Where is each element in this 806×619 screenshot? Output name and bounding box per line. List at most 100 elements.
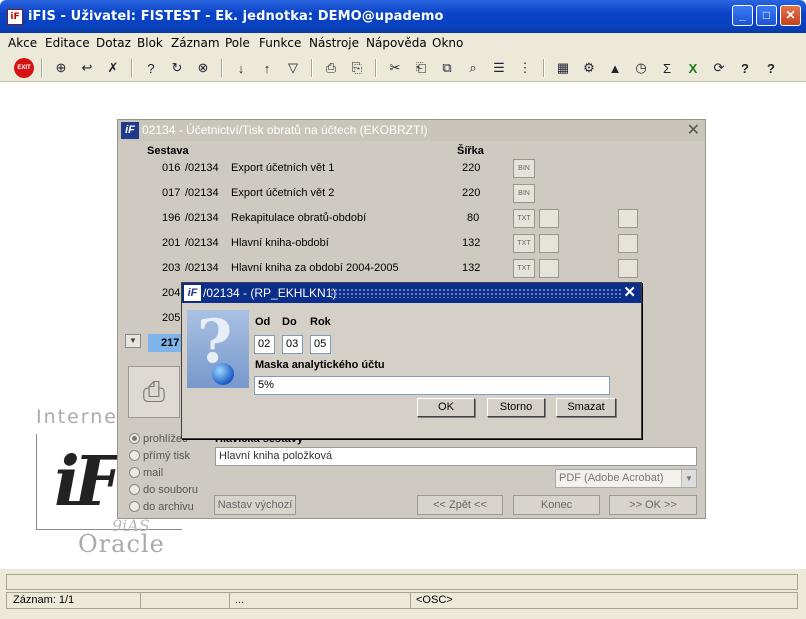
menu-dotaz[interactable]: Dotaz <box>96 36 131 50</box>
ok-forward-button[interactable]: >> OK >> <box>609 495 697 515</box>
radio-do-archivu[interactable]: do archivu <box>129 501 194 513</box>
cancel-query-icon[interactable]: ⊗ <box>193 58 213 78</box>
menu-editace[interactable]: Editace <box>45 36 90 50</box>
output-format-value: PDF (Adobe Acrobat) <box>559 472 664 484</box>
report-name: Hlavní kniha-období <box>231 237 329 249</box>
insert-record-icon[interactable]: ⊕ <box>51 58 71 78</box>
report-row[interactable]: 203 /02134 Hlavní kniha za období 2004-2… <box>118 257 705 281</box>
dialog-titlebar[interactable]: iF /02134 - (RP_EKHLKN1) ✕ <box>182 283 641 303</box>
window-titlebar[interactable]: iF iFIS - Uživatel: FISTEST - Ek. jednot… <box>0 0 806 33</box>
find-icon[interactable]: ⌕ <box>463 58 483 78</box>
copy-icon[interactable]: ⎗ <box>411 58 431 78</box>
radio-button[interactable] <box>129 501 140 512</box>
print-icon[interactable]: ⎙ <box>321 58 341 78</box>
report-number: 016 <box>162 162 181 174</box>
help-icon[interactable]: ? <box>735 58 755 78</box>
refresh-icon[interactable]: ⟳ <box>709 58 729 78</box>
menu-napoveda[interactable]: Nápověda <box>366 36 427 50</box>
scroll-down-icon[interactable]: ▼ <box>125 334 141 348</box>
close-button[interactable]: ✕ <box>780 5 801 26</box>
edit-report-icon[interactable] <box>618 209 638 228</box>
toolbar-separator <box>131 59 133 77</box>
app-icon: iF <box>7 9 23 25</box>
rok-field[interactable]: 05 <box>310 335 331 354</box>
execute-query-icon[interactable]: ↻ <box>167 58 187 78</box>
settings-icon[interactable]: ⚙ <box>579 58 599 78</box>
delete-record-icon[interactable]: ✗ <box>103 58 123 78</box>
menu-okno[interactable]: Okno <box>432 36 463 50</box>
save-icon[interactable]: ↩ <box>77 58 97 78</box>
selected-report-number[interactable]: 217 <box>148 334 184 352</box>
edit-report-icon[interactable] <box>618 259 638 278</box>
clock-icon[interactable]: ◷ <box>631 58 651 78</box>
pdf-export-icon[interactable] <box>539 259 559 278</box>
pdf-export-icon[interactable] <box>539 234 559 253</box>
excel-icon[interactable]: X <box>683 58 703 78</box>
radio-prohlizec[interactable]: prohlížeč <box>129 433 188 445</box>
pdf-export-icon[interactable] <box>539 209 559 228</box>
columns-icon[interactable]: ⋮ <box>515 58 535 78</box>
account-mask-field[interactable]: 5% <box>254 376 610 395</box>
radio-mail[interactable]: mail <box>129 467 163 479</box>
edit-report-icon[interactable] <box>618 234 638 253</box>
paste-icon[interactable]: ⧉ <box>437 58 457 78</box>
list-icon[interactable]: ☰ <box>489 58 509 78</box>
report-row[interactable]: 016 /02134 Export účetních vět 1 220 BIN <box>118 157 705 181</box>
calculator-icon[interactable]: ▦ <box>553 58 573 78</box>
sort-ascending-icon[interactable]: ↓ <box>231 58 251 78</box>
set-default-button[interactable]: Nastav výchozí <box>214 495 296 515</box>
report-header-field[interactable]: Hlavní kniha položková <box>215 447 697 466</box>
report-row[interactable]: 196 /02134 Rekapitulace obratů-období 80… <box>118 207 705 231</box>
ifis-window-icon: iF <box>121 122 139 139</box>
output-format-select[interactable]: PDF (Adobe Acrobat) ▼ <box>555 469 697 488</box>
sum-icon[interactable]: Σ <box>657 58 677 78</box>
storno-button[interactable]: Storno <box>487 398 545 417</box>
radio-do-souboru[interactable]: do souboru <box>129 484 198 496</box>
menu-pole[interactable]: Pole <box>225 36 250 50</box>
report-number: 017 <box>162 187 181 199</box>
exit-icon[interactable]: EXIT <box>14 58 34 78</box>
txt-export-icon[interactable]: TXT <box>513 259 535 278</box>
menu-nastroje[interactable]: Nástroje <box>309 36 359 50</box>
question-icon: ? <box>187 310 249 388</box>
radio-button[interactable] <box>129 450 140 461</box>
menu-zaznam[interactable]: Záznam <box>171 36 220 50</box>
toolbar-separator <box>543 59 545 77</box>
report-row[interactable]: 201 /02134 Hlavní kniha-období 132 TXT <box>118 232 705 256</box>
account-mask-label: Maska analytického účtu <box>255 359 385 371</box>
txt-export-icon[interactable]: TXT <box>513 209 535 228</box>
bin-export-icon[interactable]: BIN <box>513 184 535 203</box>
report-row[interactable]: 017 /02134 Export účetních vět 2 220 BIN <box>118 182 705 206</box>
radio-button[interactable] <box>129 484 140 495</box>
filter-icon[interactable]: ▽ <box>283 58 303 78</box>
smazat-button[interactable]: Smazat <box>556 398 616 417</box>
back-button[interactable]: << Zpět << <box>417 495 503 515</box>
od-field[interactable]: 02 <box>254 335 275 354</box>
minimize-button[interactable]: _ <box>732 5 753 26</box>
report-form-titlebar[interactable]: iF 02134 - Účetnictví/Tisk obratů na účt… <box>118 120 705 141</box>
ok-button[interactable]: OK <box>417 398 475 417</box>
report-code: /02134 <box>185 237 219 249</box>
sort-descending-icon[interactable]: ↑ <box>257 58 277 78</box>
menu-funkce[interactable]: Funkce <box>259 36 301 50</box>
radio-button[interactable] <box>129 467 140 478</box>
close-icon[interactable]: ✕ <box>623 283 636 301</box>
query-icon[interactable]: ? <box>141 58 161 78</box>
cut-icon[interactable]: ✂ <box>385 58 405 78</box>
end-button[interactable]: Konec <box>513 495 600 515</box>
globe-icon <box>212 363 234 385</box>
chevron-down-icon[interactable]: ▼ <box>681 470 696 487</box>
menu-akce[interactable]: Akce <box>8 36 37 50</box>
print-setup-icon[interactable]: ⎘ <box>347 58 367 78</box>
close-icon[interactable]: ✕ <box>687 120 700 140</box>
do-field[interactable]: 03 <box>282 335 303 354</box>
maximize-button[interactable]: □ <box>756 5 777 26</box>
radio-button[interactable] <box>129 433 140 444</box>
bin-export-icon[interactable]: BIN <box>513 159 535 178</box>
txt-export-icon[interactable]: TXT <box>513 234 535 253</box>
report-number: 205 <box>162 312 181 324</box>
radio-primy-tisk[interactable]: přímý tisk <box>129 450 190 462</box>
menu-blok[interactable]: Blok <box>137 36 163 50</box>
context-help-icon[interactable]: ? <box>761 58 781 78</box>
map-icon[interactable]: ▲ <box>605 58 625 78</box>
